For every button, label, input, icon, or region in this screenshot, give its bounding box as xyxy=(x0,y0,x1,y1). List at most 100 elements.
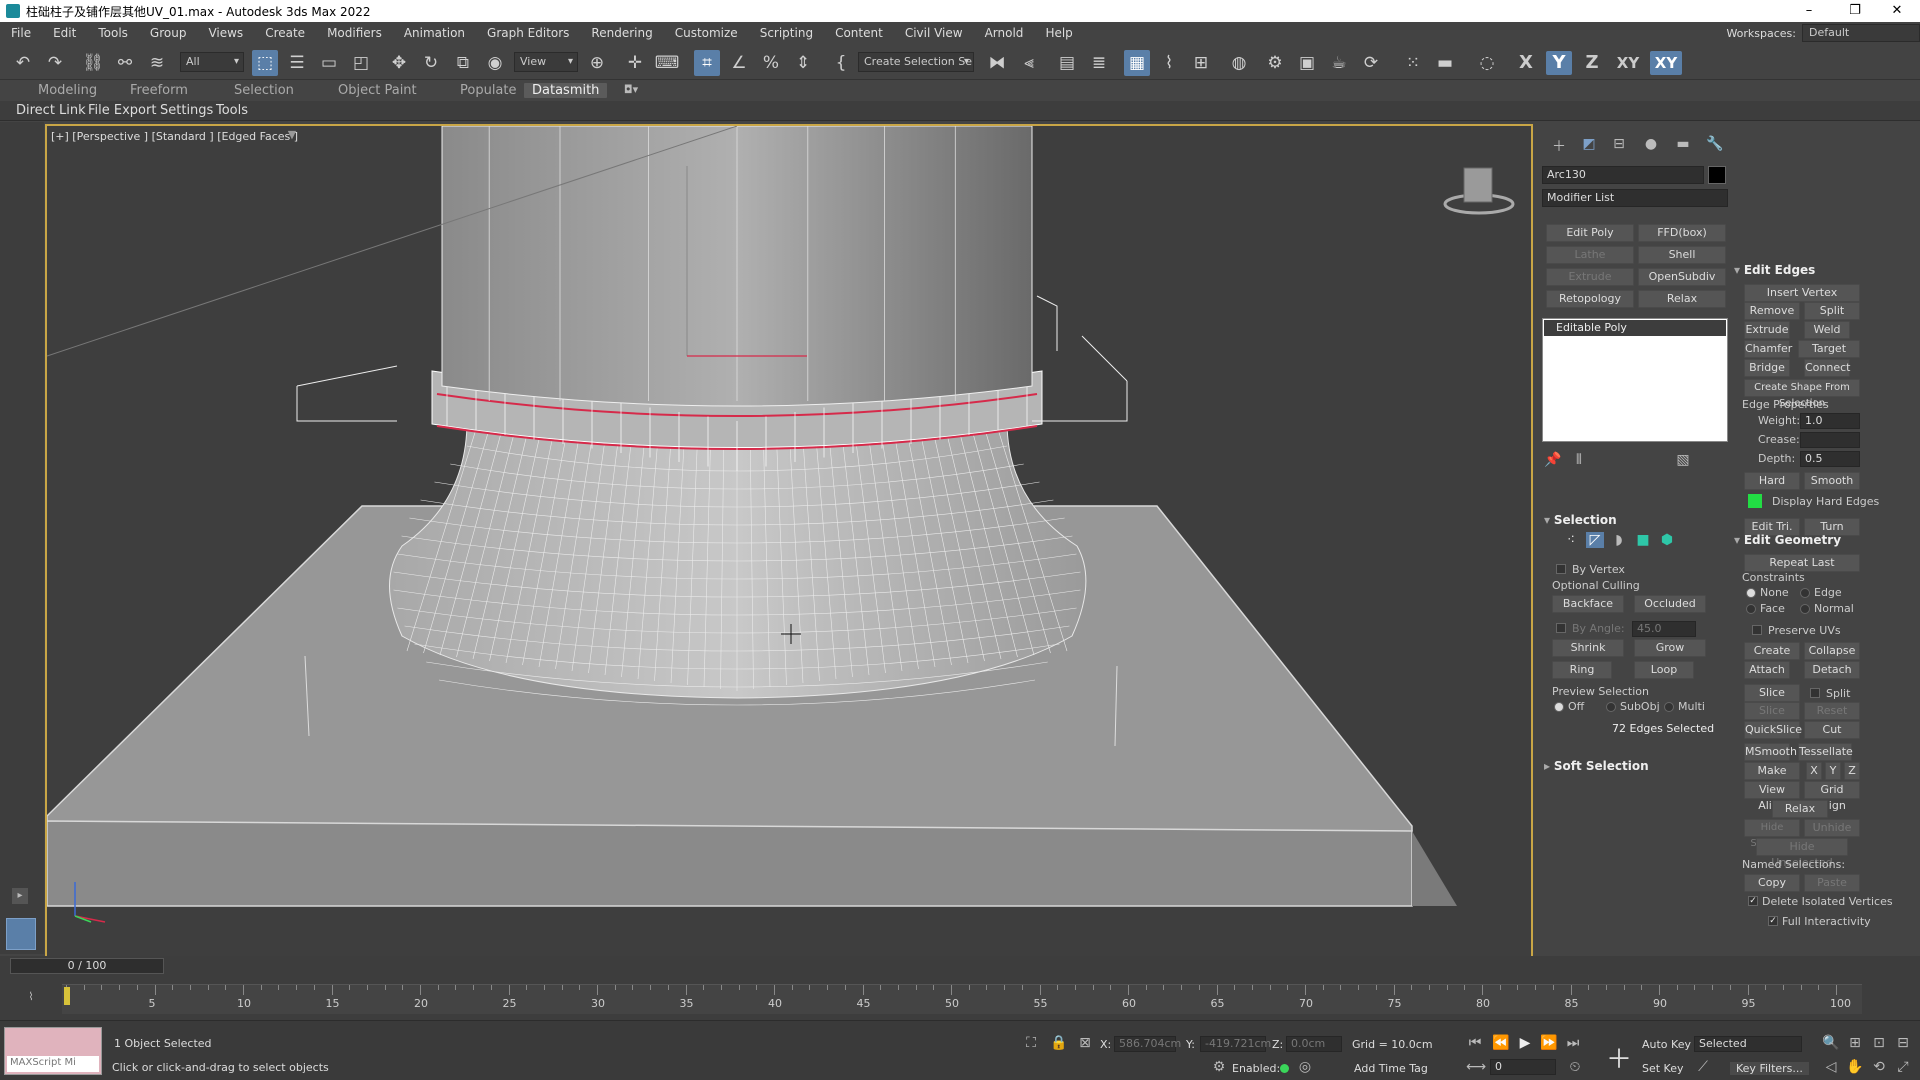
element-mode-icon[interactable]: ⬢ xyxy=(1658,532,1676,548)
copy-button[interactable]: Copy xyxy=(1744,874,1800,892)
unlink-icon[interactable]: ⚯ xyxy=(112,50,138,76)
tab-populate[interactable]: Populate xyxy=(460,83,517,98)
snap-grid-icon[interactable]: ⁙ xyxy=(1400,50,1426,76)
axis-x-button[interactable]: X xyxy=(1513,51,1539,75)
menu-help[interactable]: Help xyxy=(1034,22,1083,44)
hide-unselected-button[interactable]: Hide Unselected xyxy=(1756,838,1848,869)
soft-selection-rollout-title[interactable]: Soft Selection xyxy=(1544,759,1649,773)
show-end-result-icon[interactable]: ⫴ xyxy=(1570,452,1588,468)
fov-icon[interactable]: ◁ xyxy=(1822,1059,1840,1075)
paste-button[interactable]: Paste xyxy=(1804,874,1860,892)
modify-tab-icon[interactable]: ◩ xyxy=(1580,136,1598,152)
menu-customize[interactable]: Customize xyxy=(664,22,749,44)
key-tangent-icon[interactable]: ⟋ xyxy=(1694,1059,1712,1075)
previous-frame-icon[interactable]: ⏪ xyxy=(1492,1035,1510,1051)
rendered-frame-icon[interactable]: ▣ xyxy=(1294,50,1320,76)
minimize-button[interactable]: – xyxy=(1786,0,1832,22)
spinner-snap-icon[interactable]: ⇕ xyxy=(790,50,816,76)
target-weld-button[interactable]: Target Weld xyxy=(1798,340,1860,371)
smooth-button[interactable]: Smooth xyxy=(1804,472,1860,490)
insert-vertex-button[interactable]: Insert Vertex xyxy=(1744,284,1860,302)
select-manipulate-icon[interactable]: ✛ xyxy=(622,50,648,76)
constraint-face-radio[interactable] xyxy=(1746,604,1756,614)
placement-icon[interactable]: ◉ xyxy=(482,50,508,76)
current-frame-field[interactable]: 0 xyxy=(1490,1059,1556,1075)
pin-stack-icon[interactable]: 📌 xyxy=(1544,452,1562,468)
menu-animation[interactable]: Animation xyxy=(393,22,476,44)
hide-selected-button[interactable]: Hide Selected xyxy=(1744,819,1800,849)
object-color-swatch[interactable] xyxy=(1708,166,1726,184)
axis-z-button[interactable]: Z xyxy=(1579,51,1605,75)
render-setup-icon[interactable]: ⚙ xyxy=(1262,50,1288,76)
ruler-icon[interactable]: ▬ xyxy=(1432,50,1458,76)
viewport-label[interactable]: [+] [Perspective ] [Standard ] [Edged Fa… xyxy=(51,130,298,143)
weight-spinner[interactable]: 1.0 xyxy=(1800,413,1860,429)
tab-selection[interactable]: Selection xyxy=(234,83,294,98)
restore-button[interactable]: ❐ xyxy=(1832,0,1878,22)
z-coord-field[interactable]: 0.0cm xyxy=(1286,1036,1342,1052)
reference-coord-dropdown[interactable]: View xyxy=(514,52,578,72)
selection-lock-icon[interactable]: 🔒 xyxy=(1050,1035,1068,1051)
rect-selection-icon[interactable]: ▭ xyxy=(316,50,342,76)
menu-file[interactable]: File xyxy=(0,22,42,44)
repeat-last-button[interactable]: Repeat Last xyxy=(1744,554,1860,572)
enabled-indicator[interactable] xyxy=(1280,1064,1289,1073)
planar-x-button[interactable]: X xyxy=(1806,762,1822,780)
display-tab-icon[interactable]: ▬ xyxy=(1674,136,1692,152)
view-align-button[interactable]: View Align xyxy=(1744,781,1800,812)
isolate-icon[interactable]: ◌ xyxy=(1474,50,1500,76)
preview-subobj-radio[interactable] xyxy=(1606,702,1616,712)
retopology-button[interactable]: Retopology xyxy=(1546,290,1634,308)
menu-rendering[interactable]: Rendering xyxy=(580,22,663,44)
ribbon-options-icon[interactable]: ◘▾ xyxy=(622,83,640,96)
create-button[interactable]: Create xyxy=(1744,642,1800,660)
axis-xy-button[interactable]: XY xyxy=(1612,51,1644,75)
keyboard-shortcut-icon[interactable]: ⌨ xyxy=(654,50,680,76)
utilities-tab-icon[interactable]: 🔧 xyxy=(1706,136,1724,152)
current-frame-marker[interactable] xyxy=(64,987,70,1005)
attach-button[interactable]: Attach xyxy=(1744,661,1790,679)
ribbon-direct-link[interactable]: Direct Link xyxy=(16,103,86,118)
slice-plane-button[interactable]: Slice Plane xyxy=(1744,684,1800,715)
render-production-icon[interactable]: ☕ xyxy=(1326,50,1352,76)
menu-modifiers[interactable]: Modifiers xyxy=(316,22,393,44)
border-mode-icon[interactable]: ◗ xyxy=(1610,532,1628,548)
extrude-edge-button[interactable]: Extrude xyxy=(1744,321,1790,339)
split-checkbox[interactable] xyxy=(1810,688,1820,698)
polygon-mode-icon[interactable]: ■ xyxy=(1634,532,1652,548)
menu-content[interactable]: Content xyxy=(824,22,894,44)
viewport-layout-thumb[interactable] xyxy=(6,918,36,950)
redo-icon[interactable]: ↷ xyxy=(42,50,68,76)
create-shape-button[interactable]: Create Shape From Selection xyxy=(1744,379,1860,409)
tessellate-button[interactable]: Tessellate xyxy=(1798,743,1853,761)
time-tag-icon[interactable]: ◎ xyxy=(1296,1059,1314,1075)
y-coord-field[interactable]: -419.721cm xyxy=(1200,1036,1271,1052)
tab-freeform[interactable]: Freeform xyxy=(130,83,188,98)
key-set-dropdown[interactable]: Selected xyxy=(1694,1036,1802,1052)
mirror-icon[interactable]: ⧓ xyxy=(984,50,1010,76)
grid-align-button[interactable]: Grid Align xyxy=(1804,781,1860,812)
axis-y-button[interactable]: Y xyxy=(1546,51,1572,75)
lathe-button[interactable]: Lathe xyxy=(1546,246,1634,264)
delete-isolated-checkbox[interactable]: ✓ xyxy=(1748,896,1758,906)
preserve-uvs-checkbox[interactable] xyxy=(1752,625,1762,635)
orbit-icon[interactable]: ⟲ xyxy=(1870,1059,1888,1075)
edge-split-button[interactable]: Split xyxy=(1804,302,1860,320)
maxscript-mini-field[interactable]: MAXScript Mi xyxy=(7,1056,99,1072)
menu-arnold[interactable]: Arnold xyxy=(974,22,1035,44)
occluded-button[interactable]: Occluded xyxy=(1634,595,1706,613)
isolate-selection-icon[interactable]: ⛶ xyxy=(1022,1035,1040,1051)
link-icon[interactable]: ⛓ xyxy=(80,50,106,76)
schematic-view-icon[interactable]: ⊞ xyxy=(1188,50,1214,76)
menu-create[interactable]: Create xyxy=(254,22,316,44)
menu-graph-editors[interactable]: Graph Editors xyxy=(476,22,580,44)
slice-button[interactable]: Slice xyxy=(1744,702,1800,720)
detach-button[interactable]: Detach xyxy=(1804,661,1860,679)
selection-filter-dropdown[interactable]: All xyxy=(180,52,244,72)
motion-tab-icon[interactable]: ● xyxy=(1642,136,1660,152)
go-to-end-icon[interactable]: ⏭ xyxy=(1564,1035,1582,1051)
rotate-icon[interactable]: ↻ xyxy=(418,50,444,76)
edit-named-sets-icon[interactable]: { xyxy=(828,50,854,76)
opensubdiv-button[interactable]: OpenSubdiv xyxy=(1638,268,1726,286)
edit-geometry-rollout-title[interactable]: Edit Geometry xyxy=(1734,533,1841,547)
